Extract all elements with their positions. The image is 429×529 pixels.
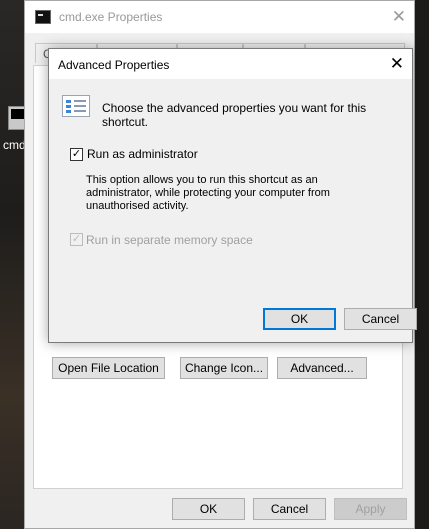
explanation-line: administrator, while protecting your com… [86, 187, 330, 199]
desktop-icon-label: cmd [3, 138, 26, 152]
change-icon-button[interactable]: Change Icon... [180, 357, 268, 379]
properties-list-icon [62, 95, 90, 117]
open-file-location-button[interactable]: Open File Location [52, 357, 165, 379]
dialog-titlebar[interactable]: Advanced Properties ✕ [49, 49, 412, 79]
apply-button: Apply [334, 498, 407, 520]
dialog-close-icon[interactable]: ✕ [390, 54, 404, 74]
separate-memory-label: Run in separate memory space [86, 233, 253, 247]
separate-memory-checkbox: ✓ [70, 233, 83, 246]
dialog-title: Advanced Properties [58, 58, 170, 72]
dialog-ok-button[interactable]: OK [263, 308, 336, 330]
window-close-icon[interactable]: ✕ [392, 7, 406, 27]
dialog-cancel-button[interactable]: Cancel [344, 308, 417, 330]
advanced-properties-dialog: Advanced Properties ✕ Choose the advance… [48, 48, 417, 343]
window-title: cmd.exe Properties [59, 10, 163, 24]
desktop-background [0, 0, 24, 529]
run-as-admin-checkbox[interactable]: ✓ [70, 148, 83, 161]
cancel-button[interactable]: Cancel [253, 498, 326, 520]
explanation-line: This option allows you to run this short… [86, 174, 318, 186]
dialog-description: Choose the advanced properties you want … [102, 101, 367, 129]
explanation-line: unauthorised activity. [86, 200, 189, 212]
run-as-admin-explanation: This option allows you to run this short… [86, 174, 351, 213]
ok-button[interactable]: OK [172, 498, 245, 520]
advanced-button[interactable]: Advanced... [277, 357, 367, 379]
window-titlebar[interactable]: cmd.exe Properties ✕ [25, 1, 414, 33]
console-app-icon [35, 10, 51, 24]
run-as-admin-label[interactable]: Run as administrator [87, 147, 198, 161]
